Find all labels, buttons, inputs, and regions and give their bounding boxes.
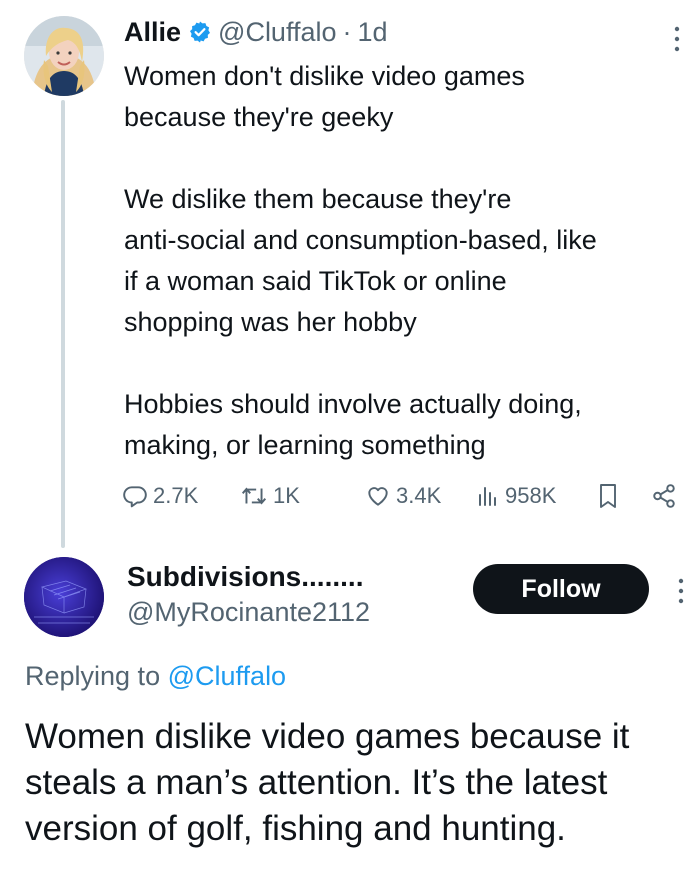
like-icon bbox=[365, 483, 391, 509]
tweet-line: because they're geeky bbox=[124, 102, 394, 132]
like-count: 3.4K bbox=[396, 483, 442, 508]
tweet-line: Women don't dislike video games bbox=[124, 61, 525, 91]
retweet-button[interactable]: 1K bbox=[240, 476, 300, 516]
separator: · bbox=[342, 16, 352, 47]
share-button[interactable] bbox=[651, 476, 677, 516]
timestamp[interactable]: 1d bbox=[358, 17, 388, 48]
reply-count: 2.7K bbox=[153, 483, 199, 508]
bookmark-button[interactable] bbox=[596, 476, 620, 516]
author-handle[interactable]: @Cluffalo bbox=[218, 17, 336, 48]
tweet-header: Allie @Cluffalo · 1d bbox=[124, 14, 388, 50]
reply-line: Women dislike video games because it bbox=[25, 717, 630, 756]
tweet-actions: 2.7K 1K 3.4K 958K bbox=[122, 476, 682, 516]
avatar[interactable] bbox=[24, 557, 104, 637]
reply-text: Women dislike video games because it ste… bbox=[25, 714, 685, 852]
author-name[interactable]: Allie bbox=[124, 17, 181, 48]
more-icon[interactable] bbox=[672, 24, 682, 54]
reply-author-handle[interactable]: @MyRocinante2112 bbox=[127, 597, 370, 628]
reply-icon bbox=[122, 483, 148, 509]
reply-line: version of golf, fishing and hunting. bbox=[25, 809, 566, 848]
verified-badge-icon bbox=[188, 20, 212, 44]
tweet-line: making, or learning something bbox=[124, 430, 486, 460]
replying-mention-link[interactable]: @Cluffalo bbox=[168, 661, 286, 691]
tweet-line: shopping was her hobby bbox=[124, 307, 417, 337]
share-icon bbox=[651, 483, 677, 509]
reply-line: steals a man’s attention. It’s the lates… bbox=[25, 763, 608, 802]
reply-author-name[interactable]: Subdivisions........ bbox=[127, 561, 363, 593]
avatar-photo bbox=[24, 16, 104, 96]
bookmark-icon bbox=[596, 482, 620, 510]
avatar[interactable] bbox=[24, 16, 104, 96]
retweet-count: 1K bbox=[273, 483, 300, 508]
views-button[interactable]: 958K bbox=[476, 476, 556, 516]
avatar-image bbox=[24, 557, 104, 637]
retweet-icon bbox=[240, 483, 268, 509]
tweet-text: Women don't dislike video games because … bbox=[124, 56, 694, 466]
tweet-line: We dislike them because they're bbox=[124, 184, 512, 214]
replying-prefix: Replying to bbox=[25, 661, 161, 691]
more-icon[interactable] bbox=[676, 576, 686, 606]
tweet-line: if a woman said TikTok or online bbox=[124, 266, 507, 296]
tweet-line: anti-social and consumption-based, like bbox=[124, 225, 597, 255]
follow-button[interactable]: Follow bbox=[473, 564, 649, 614]
replying-to: Replying to @Cluffalo bbox=[25, 661, 286, 692]
thread-line bbox=[61, 100, 65, 548]
reply-button[interactable]: 2.7K bbox=[122, 476, 198, 516]
like-button[interactable]: 3.4K bbox=[365, 476, 441, 516]
views-icon bbox=[476, 483, 500, 509]
views-count: 958K bbox=[505, 483, 557, 508]
tweet-line: Hobbies should involve actually doing, bbox=[124, 389, 582, 419]
